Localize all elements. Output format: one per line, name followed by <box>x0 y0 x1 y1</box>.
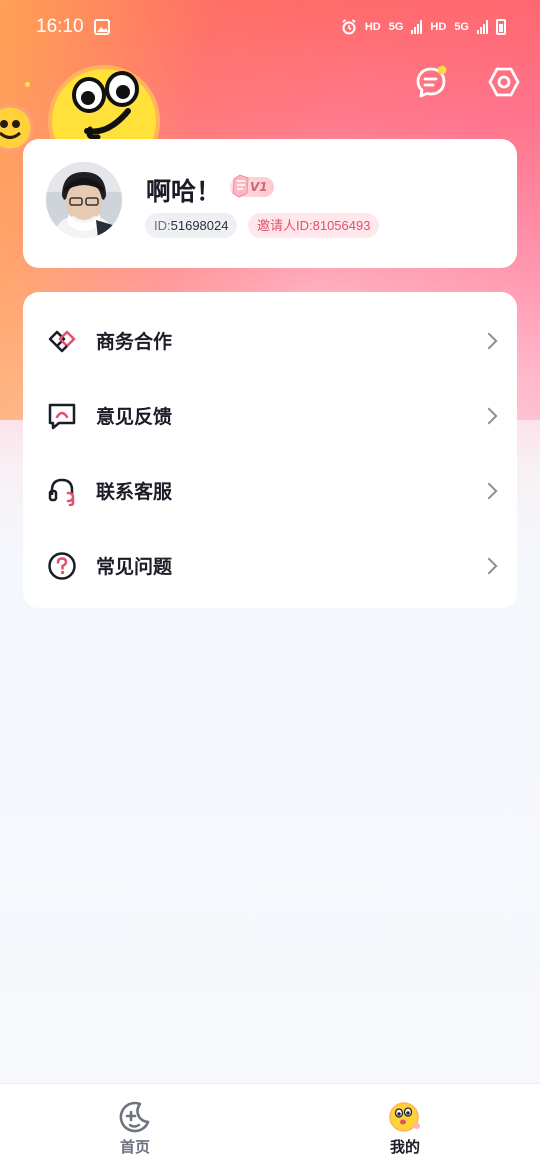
avatar[interactable] <box>46 162 122 238</box>
decorative-dot <box>25 82 30 87</box>
chevron-right-icon <box>480 557 498 574</box>
menu-item-business[interactable]: 商务合作 <box>23 303 517 378</box>
tab-mine[interactable]: 我的 <box>270 1084 540 1170</box>
menu-item-label: 商务合作 <box>96 331 173 353</box>
signal-icon-1 <box>411 20 423 34</box>
gallery-notification-icon <box>93 19 110 35</box>
user-id-chip: ID:51698024 <box>145 213 238 238</box>
network-type-2: 5G <box>454 21 469 33</box>
home-moon-icon <box>119 1101 150 1133</box>
hd-indicator-2: HD <box>430 21 447 33</box>
network-type-1: 5G <box>388 21 404 33</box>
chevron-right-icon <box>480 482 498 499</box>
hd-indicator-1: HD <box>364 21 381 33</box>
chevron-right-icon <box>480 332 498 349</box>
signal-icon-2 <box>477 20 488 34</box>
username: 啊哈！ <box>146 177 222 206</box>
battery-icon <box>496 19 506 35</box>
menu-item-label: 联系客服 <box>96 481 173 503</box>
menu-item-customer-service[interactable]: 联系客服 <box>23 453 517 528</box>
settings-button[interactable] <box>485 63 523 101</box>
mascot-face-icon <box>389 1102 420 1132</box>
question-icon <box>46 550 78 582</box>
level-badge-text: V1 <box>250 180 268 194</box>
tab-home[interactable]: 首页 <box>0 1084 270 1170</box>
menu-item-label: 意见反馈 <box>96 406 173 428</box>
user-id-label: ID: <box>154 218 171 233</box>
level-badge: V1 <box>230 174 274 198</box>
tab-home-label: 首页 <box>119 1138 150 1156</box>
alarm-icon <box>342 19 356 35</box>
profile-card[interactable]: 啊哈！ V1 ID:51698024 邀请人ID:81056493 <box>23 139 517 268</box>
hexagon-settings-icon <box>488 67 520 97</box>
menu-item-faq[interactable]: 常见问题 <box>23 528 517 603</box>
menu-item-feedback[interactable]: 意见反馈 <box>23 378 517 453</box>
menu-card: 商务合作 意见反馈 联系客服 常见问题 <box>23 292 517 608</box>
status-time: 16:10 <box>36 16 84 37</box>
bottom-tab-bar: 首页 我的 <box>0 1083 540 1170</box>
user-id-value: 51698024 <box>170 218 229 233</box>
chevron-right-icon <box>480 407 498 424</box>
menu-item-label: 常见问题 <box>96 556 173 578</box>
message-button[interactable] <box>412 63 450 101</box>
user-photo <box>46 162 122 238</box>
handshake-icon <box>46 325 78 357</box>
status-bar: 16:10 HD 5G HD 5G <box>0 0 540 54</box>
crown-badge-icon <box>232 174 249 198</box>
feedback-icon <box>46 400 78 432</box>
inviter-id-chip: 邀请人ID:81056493 <box>248 213 380 238</box>
tab-mine-label: 我的 <box>389 1138 420 1156</box>
message-icon <box>416 65 447 98</box>
headset-icon <box>46 475 78 507</box>
